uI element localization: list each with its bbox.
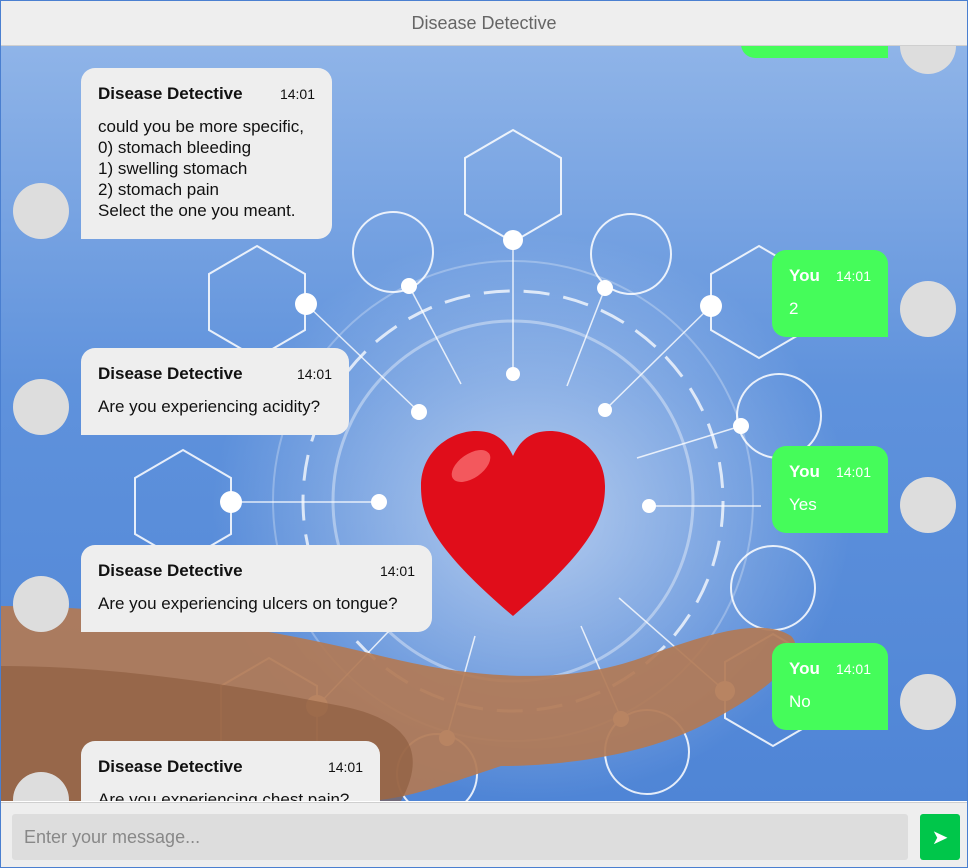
message-time: 14:01 bbox=[835, 661, 871, 677]
message-sender: Disease Detective bbox=[98, 364, 243, 383]
bot-avatar bbox=[13, 576, 69, 632]
user-avatar bbox=[900, 674, 956, 730]
message-sender: You bbox=[789, 462, 820, 481]
send-button[interactable]: ➤ bbox=[920, 814, 960, 860]
message-text: 2 bbox=[789, 299, 799, 318]
bot-message: Disease Detective 14:01 Are you experien… bbox=[81, 741, 380, 801]
message-time: 14:01 bbox=[296, 366, 332, 382]
user-message: You 14:01 No bbox=[772, 643, 888, 730]
bot-avatar bbox=[13, 379, 69, 435]
send-arrow-icon: ➤ bbox=[931, 826, 949, 849]
message-sender: Disease Detective bbox=[98, 757, 243, 776]
message-sender: You bbox=[789, 266, 820, 285]
app-header: Disease Detective bbox=[1, 1, 967, 46]
message-text: Yes bbox=[789, 495, 817, 514]
chat-area[interactable]: Disease Detective 14:01 could you be mor… bbox=[1, 46, 967, 801]
message-bubble-partial bbox=[741, 46, 888, 58]
message-time: 14:01 bbox=[835, 464, 871, 480]
bot-avatar bbox=[13, 183, 69, 239]
user-avatar bbox=[900, 281, 956, 337]
message-time: 14:01 bbox=[327, 759, 363, 775]
message-sender: You bbox=[789, 659, 820, 678]
message-text: Are you experiencing acidity? bbox=[98, 397, 321, 416]
chat-window: Disease Detective Disease Detective 14:0… bbox=[0, 0, 968, 868]
message-time: 14:01 bbox=[279, 86, 315, 102]
message-text: Are you experiencing ulcers on tongue? bbox=[98, 594, 398, 613]
message-text: could you be more specific, 0) stomach b… bbox=[98, 117, 304, 220]
message-input[interactable] bbox=[12, 814, 908, 860]
message-text: No bbox=[789, 692, 811, 711]
bot-message: Disease Detective 14:01 Are you experien… bbox=[81, 545, 432, 632]
app-title: Disease Detective bbox=[411, 12, 557, 33]
message-time: 14:01 bbox=[835, 268, 871, 284]
message-time: 14:01 bbox=[379, 563, 415, 579]
user-avatar bbox=[900, 477, 956, 533]
bot-message: Disease Detective 14:01 Are you experien… bbox=[81, 348, 349, 435]
user-message: You 14:01 2 bbox=[772, 250, 888, 337]
input-bar: ➤ bbox=[1, 802, 967, 867]
message-text: Are you experiencing chest pain? bbox=[98, 790, 350, 801]
bot-message: Disease Detective 14:01 could you be mor… bbox=[81, 68, 332, 239]
message-sender: Disease Detective bbox=[98, 561, 243, 580]
message-sender: Disease Detective bbox=[98, 84, 243, 103]
user-message: You 14:01 Yes bbox=[772, 446, 888, 533]
